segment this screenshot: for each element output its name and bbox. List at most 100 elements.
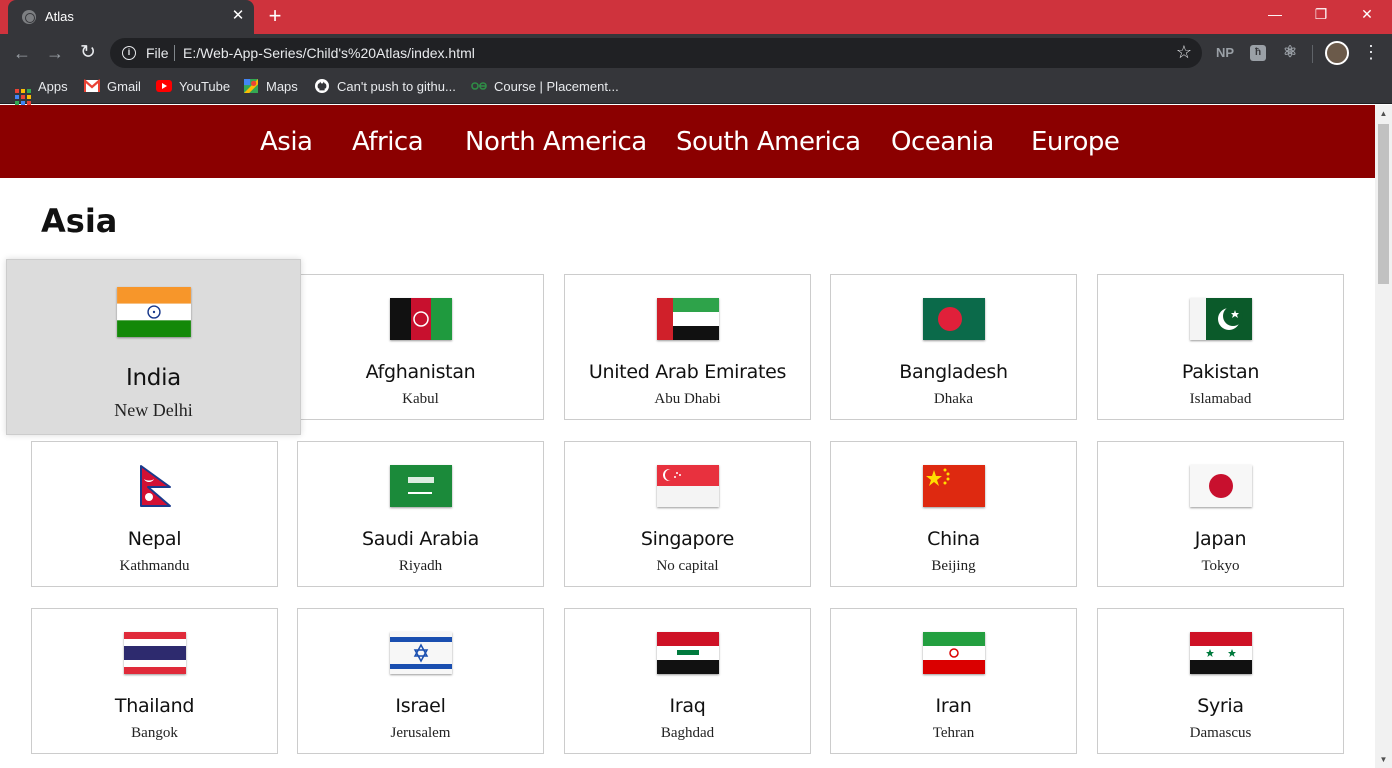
bookmark-github[interactable]: Can't push to githu... bbox=[314, 79, 456, 94]
nav-link-north-america[interactable]: North America bbox=[465, 127, 647, 157]
israel-flag-icon bbox=[389, 632, 452, 674]
capital-name: Islamabad bbox=[1189, 391, 1252, 407]
bookmark-apps[interactable]: Apps bbox=[15, 79, 68, 105]
country-card[interactable]: Afghanistan Kabul bbox=[297, 274, 544, 420]
country-name: Iran bbox=[935, 695, 972, 717]
nav-link-asia[interactable]: Asia bbox=[260, 127, 313, 157]
close-window-button[interactable]: ✕ bbox=[1344, 0, 1390, 30]
maps-icon bbox=[244, 79, 258, 93]
profile-avatar[interactable] bbox=[1325, 41, 1349, 65]
thailand-flag-icon bbox=[123, 632, 186, 674]
react-devtools-icon[interactable]: ⚛ bbox=[1280, 43, 1300, 63]
np-extension-icon[interactable]: NP bbox=[1214, 43, 1236, 63]
back-button[interactable]: ← bbox=[11, 42, 33, 64]
country-card[interactable]: Israel Jerusalem bbox=[297, 608, 544, 754]
divider bbox=[1312, 45, 1313, 63]
country-name: China bbox=[927, 528, 980, 550]
new-tab-button[interactable]: + bbox=[262, 3, 288, 29]
country-name: Afghanistan bbox=[365, 361, 476, 383]
capital-name: No capital bbox=[656, 558, 719, 574]
page-viewport: Asia Africa North America South America … bbox=[0, 105, 1375, 768]
country-name: Pakistan bbox=[1181, 361, 1260, 383]
country-name: United Arab Emirates bbox=[588, 361, 787, 383]
forward-button[interactable]: → bbox=[44, 42, 66, 64]
country-card[interactable]: Singapore No capital bbox=[564, 441, 811, 587]
section-title: Asia bbox=[41, 202, 118, 240]
capital-name: Riyadh bbox=[398, 558, 443, 574]
gfg-icon bbox=[471, 82, 487, 90]
country-name: Thailand bbox=[114, 695, 195, 717]
url-text[interactable]: E:/Web-App-Series/Child's%20Atlas/index.… bbox=[183, 45, 475, 61]
apps-grid-icon bbox=[15, 89, 31, 105]
capital-name: Kabul bbox=[402, 391, 439, 407]
country-card[interactable]: Iran Tehran bbox=[830, 608, 1077, 754]
capital-name: New Delhi bbox=[114, 400, 193, 420]
country-card[interactable]: Bangladesh Dhaka bbox=[830, 274, 1077, 420]
country-card[interactable]: Thailand Bangok bbox=[31, 608, 278, 754]
browser-tab[interactable]: Atlas ✕ bbox=[8, 0, 254, 34]
gmail-icon bbox=[84, 79, 100, 92]
capital-name: Bangok bbox=[131, 725, 178, 741]
india-flag-icon bbox=[116, 287, 191, 337]
continent-navbar: Asia Africa North America South America … bbox=[0, 105, 1375, 178]
bookmark-maps[interactable]: Maps bbox=[243, 79, 298, 94]
bookmark-label: Maps bbox=[266, 79, 298, 94]
restore-button[interactable]: ❐ bbox=[1298, 0, 1344, 30]
reload-button[interactable]: ↻ bbox=[77, 42, 99, 64]
capital-name: Tehran bbox=[932, 725, 975, 741]
capital-name: Abu Dhabi bbox=[654, 391, 721, 407]
capital-name: Baghdad bbox=[660, 725, 715, 741]
tab-title: Atlas bbox=[45, 9, 74, 24]
nav-link-africa[interactable]: Africa bbox=[352, 127, 424, 157]
capital-name: Dhaka bbox=[933, 391, 974, 407]
bookmarks-bar: Apps Gmail YouTube Maps Can't push to gi… bbox=[0, 72, 1392, 105]
country-name: Iraq bbox=[669, 695, 706, 717]
scrollbar-thumb[interactable] bbox=[1378, 124, 1389, 284]
country-name: Singapore bbox=[640, 528, 735, 550]
github-icon bbox=[315, 79, 329, 93]
capital-name: Beijing bbox=[931, 558, 976, 574]
bangladesh-flag-icon bbox=[922, 298, 985, 340]
capital-name: Damascus bbox=[1189, 725, 1252, 741]
bookmark-label: YouTube bbox=[179, 79, 231, 94]
country-card[interactable]: Pakistan Islamabad bbox=[1097, 274, 1344, 420]
scroll-up-arrow-icon[interactable]: ▲ bbox=[1375, 105, 1392, 122]
country-name: Israel bbox=[395, 695, 446, 717]
nav-link-europe[interactable]: Europe bbox=[1031, 127, 1120, 157]
country-card-hovered[interactable]: India New Delhi bbox=[6, 259, 301, 435]
bookmark-label: Apps bbox=[38, 79, 68, 94]
syria-flag-icon bbox=[1189, 632, 1252, 674]
country-card[interactable]: Iraq Baghdad bbox=[564, 608, 811, 754]
bookmark-star-icon[interactable]: ☆ bbox=[1176, 42, 1192, 63]
file-label: File bbox=[146, 45, 169, 61]
bookmark-youtube[interactable]: YouTube bbox=[156, 79, 230, 94]
scroll-down-arrow-icon[interactable]: ▼ bbox=[1375, 751, 1392, 768]
country-name: India bbox=[126, 365, 181, 391]
bookmark-label: Gmail bbox=[107, 79, 141, 94]
afghanistan-flag-icon bbox=[389, 298, 452, 340]
country-card[interactable]: Saudi Arabia Riyadh bbox=[297, 441, 544, 587]
uae-flag-icon bbox=[656, 298, 719, 340]
country-name: Syria bbox=[1197, 695, 1244, 717]
extension-icon[interactable]: ħ bbox=[1250, 45, 1266, 61]
bookmark-course[interactable]: Course | Placement... bbox=[471, 79, 619, 94]
bookmark-gmail[interactable]: Gmail bbox=[84, 79, 141, 94]
nav-link-oceania[interactable]: Oceania bbox=[891, 127, 994, 157]
youtube-icon bbox=[156, 80, 172, 92]
capital-name: Kathmandu bbox=[119, 558, 190, 574]
country-card[interactable]: China Beijing bbox=[830, 441, 1077, 587]
address-bar[interactable]: i File E:/Web-App-Series/Child's%20Atlas… bbox=[110, 38, 1202, 68]
country-card[interactable]: Syria Damascus bbox=[1097, 608, 1344, 754]
country-name: Bangladesh bbox=[899, 361, 1008, 383]
divider bbox=[174, 45, 175, 61]
page-scrollbar[interactable]: ▲ ▼ bbox=[1375, 105, 1392, 768]
country-card[interactable]: United Arab Emirates Abu Dhabi bbox=[564, 274, 811, 420]
minimize-button[interactable]: — bbox=[1252, 0, 1298, 30]
browser-menu-icon[interactable]: ⋮ bbox=[1362, 41, 1380, 63]
info-icon[interactable]: i bbox=[122, 46, 136, 60]
close-tab-icon[interactable]: ✕ bbox=[230, 7, 246, 25]
country-card[interactable]: Nepal Kathmandu bbox=[31, 441, 278, 587]
nav-link-south-america[interactable]: South America bbox=[676, 127, 861, 157]
saudi-arabia-flag-icon bbox=[389, 465, 452, 507]
country-card[interactable]: Japan Tokyo bbox=[1097, 441, 1344, 587]
